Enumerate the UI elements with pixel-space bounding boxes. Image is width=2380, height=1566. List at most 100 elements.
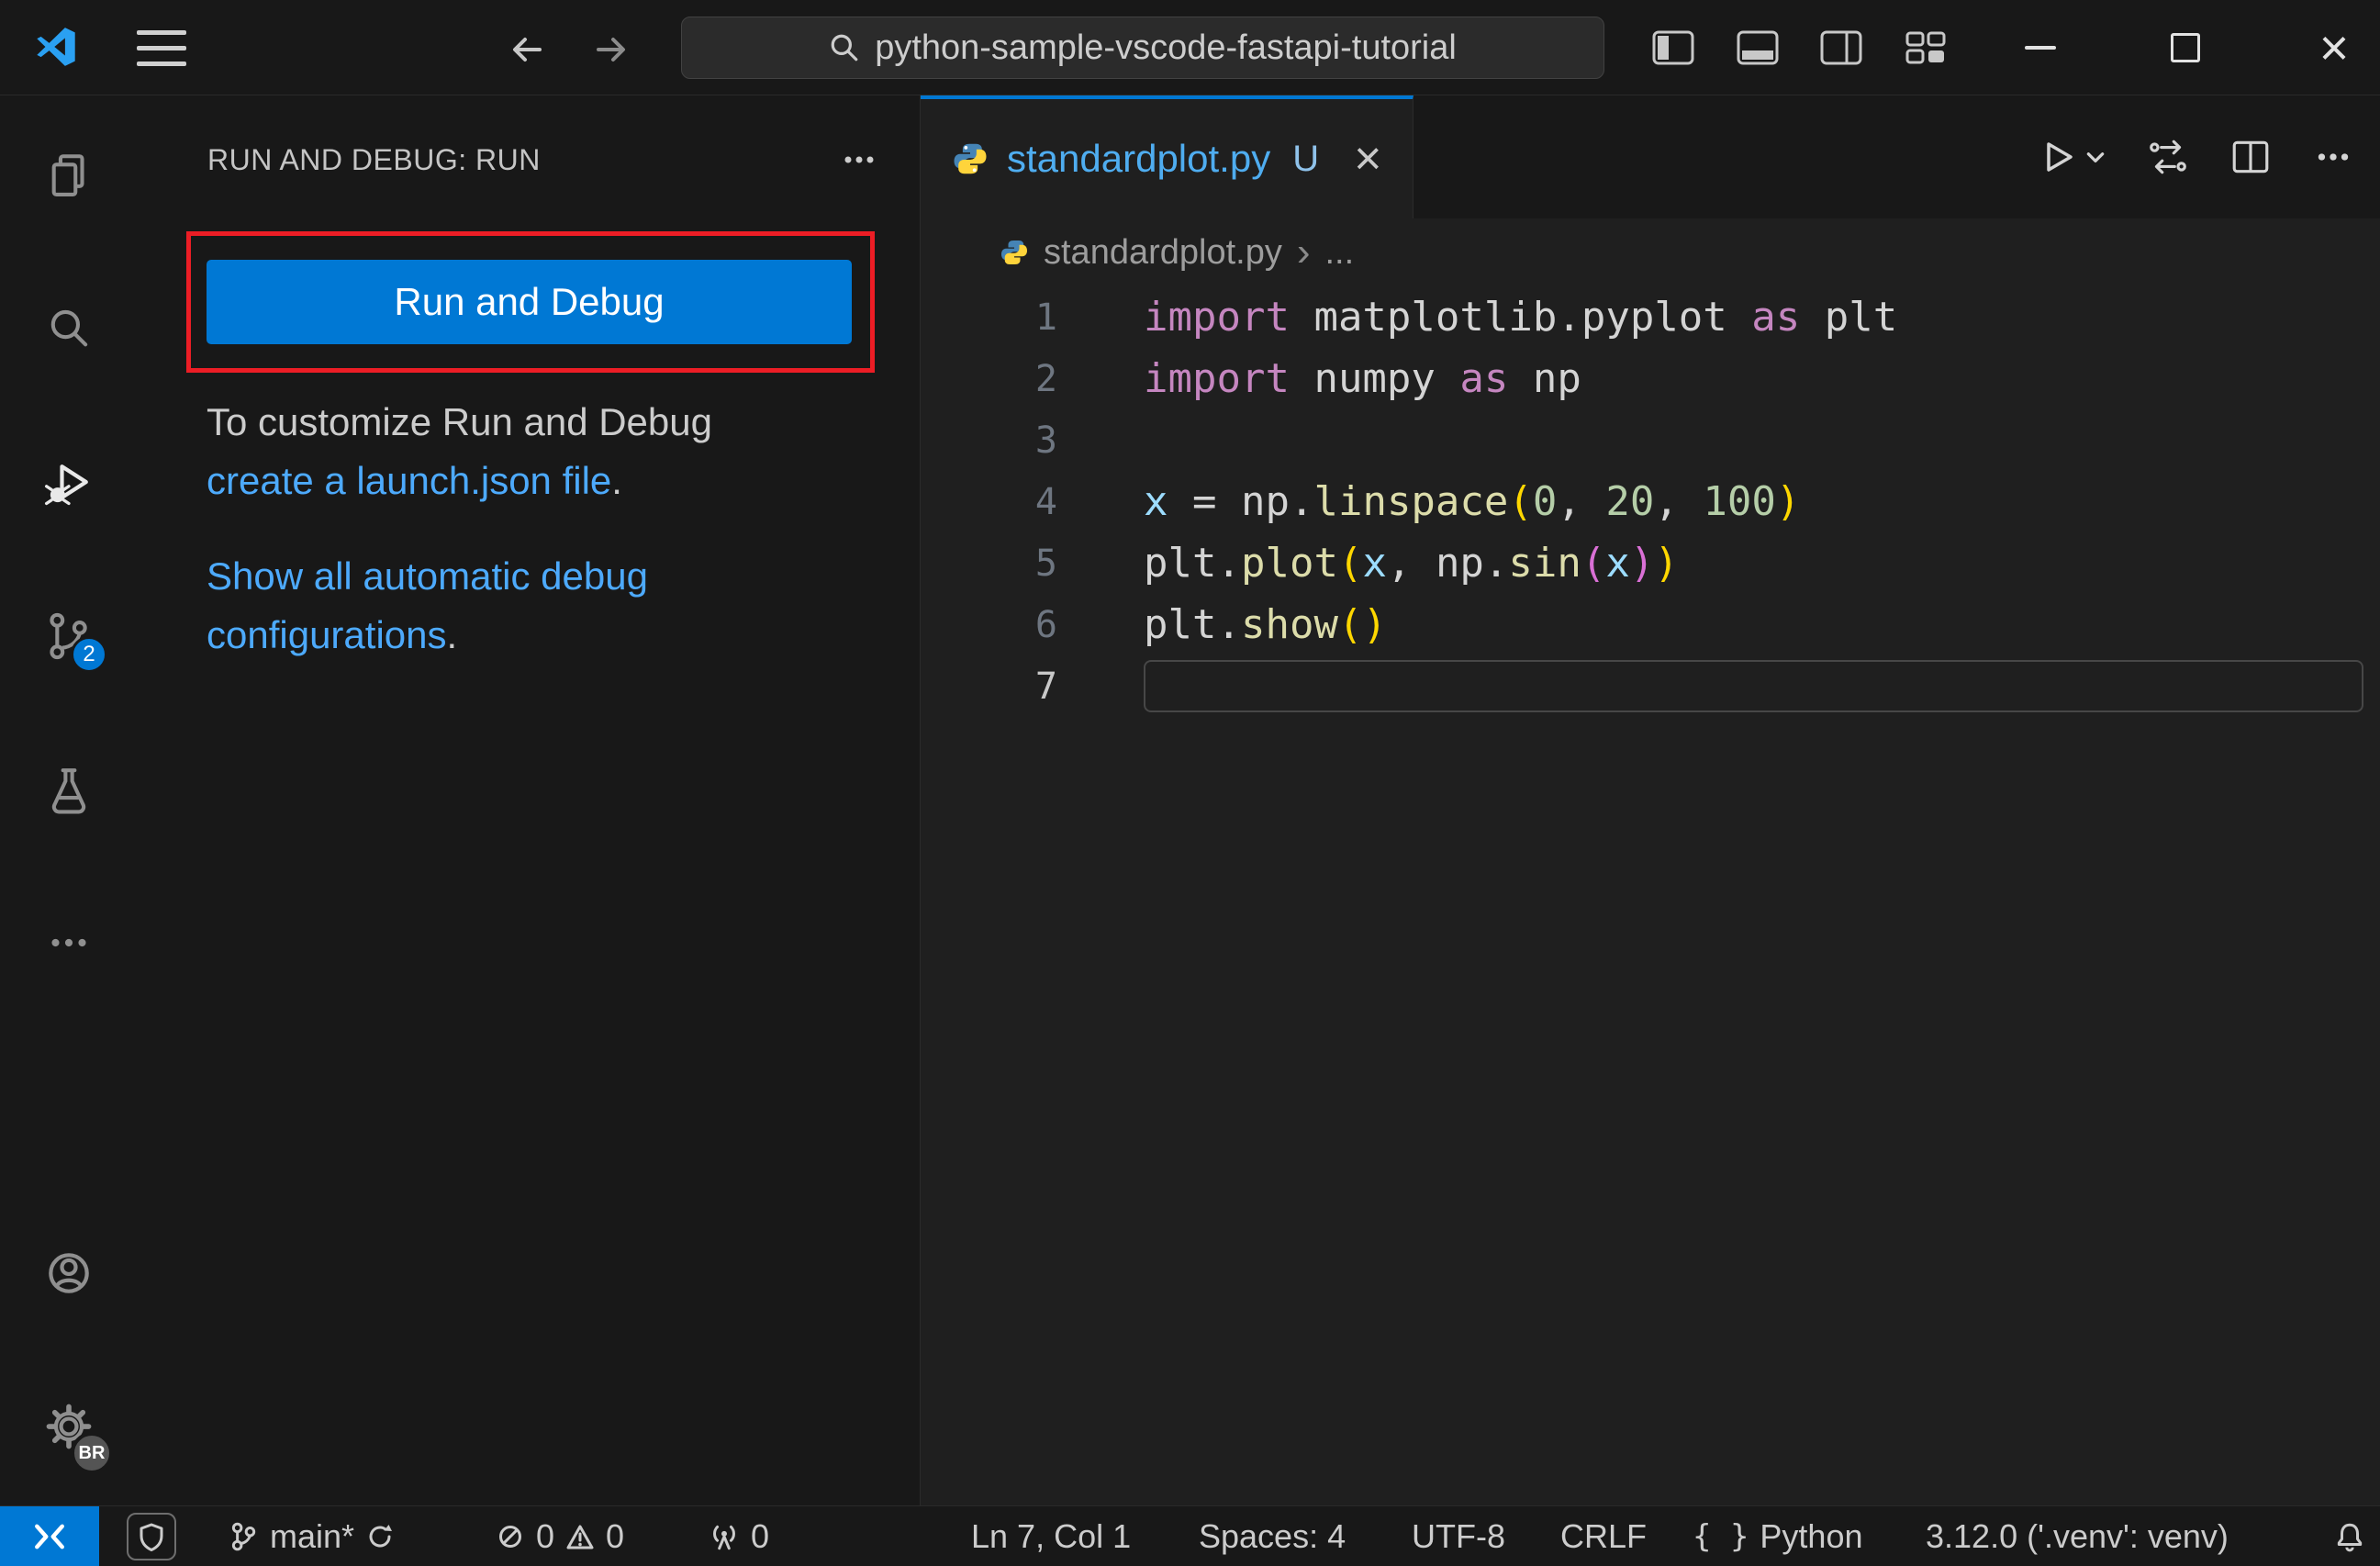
beaker-icon (51, 768, 86, 814)
notifications-bell[interactable] (2334, 1506, 2365, 1566)
python-icon (954, 143, 987, 174)
activity-run-debug[interactable] (39, 453, 98, 512)
code-line[interactable]: 4 x = np. linspace(0, 20, 100) (921, 471, 2380, 532)
editor-more-actions[interactable] (2312, 136, 2354, 178)
code-line[interactable]: 6 plt. show() (921, 594, 2380, 655)
code-token: show (1240, 601, 1338, 648)
configs-suffix: . (446, 613, 458, 656)
code-token: matplotlib.pyplot (1313, 294, 1727, 341)
views-more-actions[interactable] (839, 140, 879, 180)
encoding-status[interactable]: UTF-8 (1412, 1506, 1505, 1566)
code-token: plt (1824, 294, 1898, 341)
code-line-text[interactable]: plt. plot(x, np. sin(x)) (1144, 532, 2380, 594)
code-line[interactable]: 7 (921, 655, 2380, 717)
sync-icon (369, 1524, 393, 1547)
breadcrumb-symbol[interactable]: ... (1325, 233, 1355, 273)
menu-icon[interactable] (137, 30, 186, 66)
debug-icon (44, 464, 88, 506)
warning-icon (566, 1525, 594, 1549)
show-debug-configs-link[interactable]: Show all automatic debug configurations (207, 554, 648, 656)
code-token: linspace (1313, 478, 1509, 525)
code-line-text[interactable]: import matplotlib.pyplot as plt (1144, 286, 2380, 348)
line-number[interactable]: 4 (921, 481, 1057, 523)
code-line-text[interactable]: plt. show() (1144, 594, 2380, 655)
minimize-button[interactable] (2004, 0, 2077, 95)
command-center-search[interactable]: python-sample-vscode-fastapi-tutorial (681, 17, 1604, 79)
ports-status[interactable]: 0 (709, 1506, 769, 1566)
code-token: ( (1337, 601, 1363, 648)
line-number[interactable]: 2 (921, 358, 1057, 400)
search-icon (831, 34, 858, 62)
account-icon (49, 1253, 89, 1293)
activity-settings[interactable]: BR (39, 1397, 113, 1474)
activity-search[interactable] (39, 300, 98, 359)
activity-more[interactable] (39, 913, 98, 972)
tab-close-icon[interactable]: × (1354, 135, 1381, 183)
line-number[interactable]: 3 (921, 419, 1057, 462)
code-token: ( (1508, 478, 1533, 525)
open-changes-button[interactable] (2147, 136, 2189, 178)
workspace-trust-badge[interactable] (127, 1506, 176, 1566)
code-line-text[interactable] (1144, 660, 2363, 712)
code-line[interactable]: 5 plt. plot(x, np. sin(x)) (921, 532, 2380, 594)
code-token: sin (1508, 540, 1581, 587)
profile-badge: BR (71, 1432, 113, 1474)
back-button[interactable] (507, 29, 547, 70)
cursor-position-status[interactable]: Ln 7, Col 1 (971, 1506, 1131, 1566)
activity-account[interactable] (39, 1244, 98, 1303)
code-line-text[interactable]: x = np. linspace(0, 20, 100) (1144, 471, 2380, 532)
code-line[interactable]: 3 (921, 409, 2380, 471)
more-horizontal-icon (2318, 153, 2349, 161)
create-launch-json-link[interactable]: create a launch.json file (207, 459, 611, 502)
breadcrumb[interactable]: standardplot.py › ... (921, 218, 2380, 286)
language-status[interactable]: { } Python (1693, 1506, 1863, 1566)
run-python-file-button[interactable] (2037, 137, 2106, 177)
toggle-sidebar-icon[interactable] (1651, 29, 1695, 66)
activity-testing[interactable] (39, 760, 98, 819)
branch-label: main* (270, 1516, 355, 1555)
workbench: 2 BR RUN AND DEBUG: RUN Run and Debug To… (0, 95, 2380, 1505)
remote-indicator[interactable] (0, 1506, 99, 1566)
code-line-text[interactable] (1144, 409, 2380, 471)
problems-status[interactable]: 0 0 (496, 1506, 624, 1566)
scm-badge: 2 (71, 636, 107, 673)
code-line[interactable]: 2 import numpy as np (921, 348, 2380, 409)
sidebar-header: RUN AND DEBUG: RUN (138, 95, 920, 180)
toggle-secondary-sidebar-icon[interactable] (1819, 29, 1863, 66)
eol-status[interactable]: CRLF (1560, 1506, 1647, 1566)
toggle-panel-icon[interactable] (1736, 29, 1780, 66)
git-branch-icon (231, 1522, 256, 1550)
maximize-icon (2171, 33, 2200, 62)
maximize-button[interactable] (2149, 0, 2222, 95)
customize-layout-icon[interactable] (1904, 29, 1948, 66)
activity-source-control[interactable]: 2 (39, 607, 107, 673)
tab-filename: standardplot.py (1007, 137, 1271, 180)
line-number[interactable]: 5 (921, 543, 1057, 585)
tab-standardplot[interactable]: standardplot.py U × (921, 95, 1414, 218)
forward-button[interactable] (591, 29, 631, 70)
language-label: Python (1760, 1516, 1863, 1555)
code-token: ) (1654, 540, 1679, 587)
code-area[interactable]: 1 import matplotlib.pyplot as plt 2 import … (921, 286, 2380, 1505)
code-line-text[interactable]: import numpy as np (1144, 348, 2380, 409)
code-token: ) (1362, 601, 1387, 648)
code-token: import (1144, 355, 1290, 402)
breadcrumb-filename[interactable]: standardplot.py (1044, 233, 1282, 273)
code-token: , (1557, 478, 1606, 525)
line-number[interactable]: 7 (921, 666, 1057, 708)
activity-explorer[interactable] (39, 147, 98, 206)
python-interpreter-status[interactable]: 3.12.0 ('.venv': venv) (1926, 1506, 2229, 1566)
code-line[interactable]: 1 import matplotlib.pyplot as plt (921, 286, 2380, 348)
code-token: import (1144, 294, 1290, 341)
line-number[interactable]: 1 (921, 296, 1057, 339)
code-token: ( (1581, 540, 1606, 587)
indentation-status[interactable]: Spaces: 4 (1199, 1506, 1346, 1566)
close-button[interactable]: × (2297, 0, 2371, 95)
split-editor-button[interactable] (2229, 136, 2272, 178)
tab-bar: standardplot.py U × (921, 95, 2380, 218)
line-number[interactable]: 6 (921, 604, 1057, 646)
run-and-debug-button[interactable]: Run and Debug (207, 260, 852, 344)
git-branch-status[interactable]: main* (228, 1506, 395, 1566)
